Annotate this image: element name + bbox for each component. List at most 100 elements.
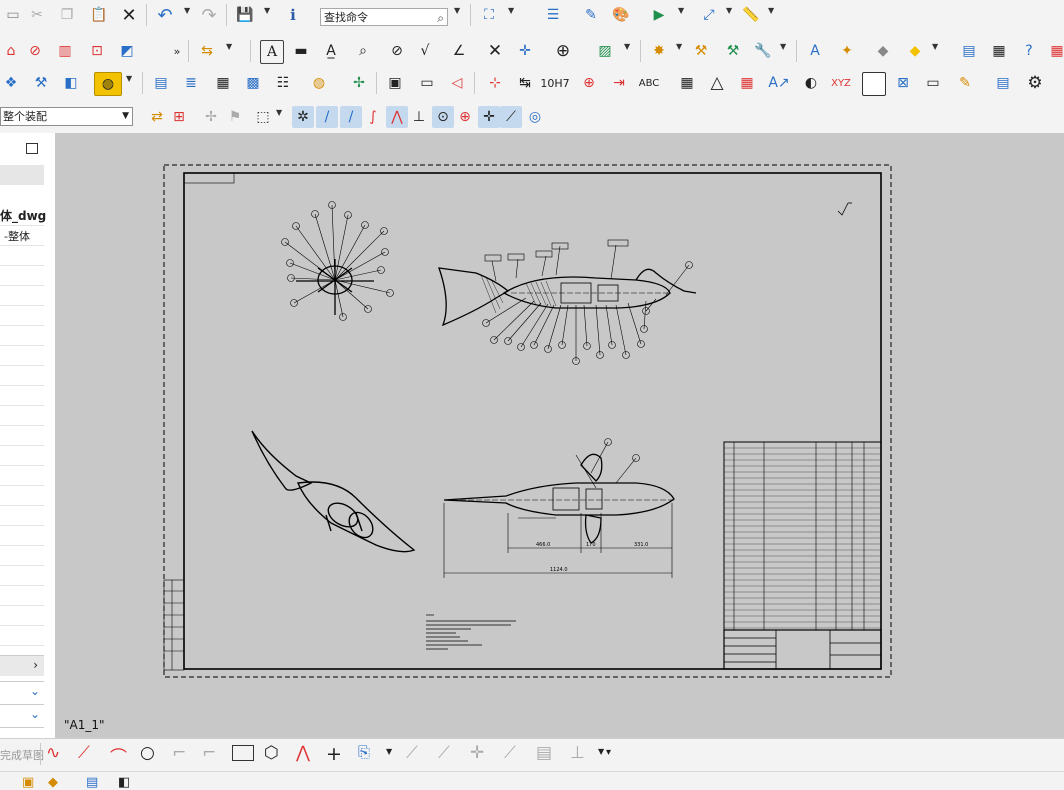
chevron-down-icon[interactable]: ⌄ — [30, 707, 40, 721]
zoom-icon[interactable]: ⌕ — [352, 40, 374, 62]
offset-dropdown-icon[interactable]: ▼ — [386, 747, 392, 756]
help-icon[interactable]: ? — [1018, 40, 1040, 62]
chevron-down-icon[interactable]: ⌄ — [30, 684, 40, 698]
wrench-dropdown-icon[interactable]: ▼ — [780, 42, 788, 56]
undo-dropdown-icon[interactable]: ▼ — [184, 6, 192, 20]
select-box-icon[interactable]: ⊞ — [168, 106, 190, 128]
panel-section-collapse[interactable]: ⌄ — [0, 705, 44, 728]
fit-view-icon[interactable]: ⛶ — [478, 4, 500, 26]
break-view-icon[interactable]: ▥ — [54, 40, 76, 62]
cross-hatch-icon[interactable]: ✕ — [484, 40, 506, 62]
table-settings-icon[interactable]: ▤ — [958, 40, 980, 62]
layer-settings-icon[interactable]: ☰ — [542, 4, 564, 26]
assembly-constraint-icon[interactable]: ▣ — [22, 775, 34, 790]
snap-curve-icon[interactable]: ∫ — [362, 106, 384, 128]
pen-icon[interactable]: ✎ — [954, 72, 976, 94]
part-list-icon[interactable]: ❖ — [0, 72, 22, 94]
save-icon[interactable]: 💾 — [234, 4, 256, 26]
snap-vertex-icon[interactable]: ✲ — [292, 106, 314, 128]
cut-icon[interactable]: ✂ — [26, 4, 48, 26]
delete-icon[interactable]: ✕ — [118, 4, 140, 26]
angle-icon[interactable]: ∠ — [448, 40, 470, 62]
hammer-icon[interactable]: ⚒ — [690, 40, 712, 62]
drawing-sheet[interactable]: 1124.0 466.0 170 331.0 — [56, 133, 1064, 738]
select-filter-icon[interactable]: ⇄ — [146, 106, 168, 128]
symbol-x-icon[interactable]: ⊠ — [892, 72, 914, 94]
arrow-frame-icon[interactable]: ◁ — [446, 72, 468, 94]
note-box-icon[interactable]: ▭ — [922, 72, 944, 94]
select-dropdown-icon[interactable]: ▼ — [276, 108, 284, 122]
table-icon[interactable]: ▦ — [212, 72, 234, 94]
yx-table-icon[interactable]: ▦ — [676, 72, 698, 94]
assembly-filter-select[interactable]: 整个装配 ▼ — [0, 107, 133, 126]
weld-symbol-icon[interactable]: ⊘ — [386, 40, 408, 62]
balloon-dropdown-icon[interactable]: ▼ — [126, 74, 134, 88]
studio-spline-icon[interactable]: ⋀ — [296, 743, 310, 763]
update-dropdown-icon[interactable]: ▼ — [226, 42, 234, 56]
copy-icon[interactable]: ❐ — [56, 4, 78, 26]
hole-table-icon[interactable]: ▩ — [242, 72, 264, 94]
chamfer-icon[interactable]: ⌐ — [202, 743, 216, 763]
center-mark-icon[interactable]: ⊕ — [552, 40, 574, 62]
block-dropdown-icon[interactable]: ▼ — [932, 42, 940, 56]
mirror-icon[interactable]: ⟋ — [504, 743, 516, 763]
undo-icon[interactable]: ↶ — [154, 4, 176, 26]
edit-part-icon[interactable]: ⚒ — [30, 72, 52, 94]
palette-icon[interactable]: 🎨 — [610, 4, 632, 26]
more-icon[interactable]: » — [166, 40, 188, 62]
sparkle-dropdown-icon[interactable]: ▼ — [676, 42, 684, 56]
line-icon[interactable]: ⟋ — [78, 743, 90, 763]
image-dropdown-icon[interactable]: ▼ — [624, 42, 632, 56]
chevron-right-icon[interactable]: › — [33, 658, 38, 672]
rectangle-icon[interactable] — [862, 72, 886, 96]
panel-tree-item[interactable]: 体_dwg — [0, 207, 46, 224]
target-icon[interactable]: ◐ — [800, 72, 822, 94]
measure-dropdown-icon[interactable]: ▼ — [726, 6, 734, 20]
select-point-icon[interactable]: ✢ — [200, 106, 222, 128]
snap-cross-icon[interactable]: ✛ — [478, 106, 500, 128]
block-gray-icon[interactable]: ◆ — [872, 40, 894, 62]
snap-midpoint-icon[interactable]: ⋀ — [386, 106, 408, 128]
measure-icon[interactable]: ⤢ — [698, 4, 720, 26]
paste-icon[interactable]: 📋 — [88, 4, 110, 26]
redo-icon[interactable]: ↷ — [198, 4, 220, 26]
polygon-icon[interactable]: ⬡ — [264, 743, 279, 763]
constraint-icon[interactable]: ⊥ — [570, 743, 585, 763]
info-icon[interactable]: ℹ — [282, 4, 304, 26]
ruler-dropdown-icon[interactable]: ▼ — [768, 6, 776, 20]
finish-sketch-label[interactable]: 完成草图 — [0, 747, 44, 763]
save-dropdown-icon[interactable]: ▼ — [264, 6, 272, 20]
drawing-canvas[interactable]: 1124.0 466.0 170 331.0 "A1_1" — [56, 133, 1064, 738]
view-frame-icon[interactable]: ▭ — [416, 72, 438, 94]
datum-icon[interactable]: A̲ — [320, 40, 342, 62]
leader-text-icon[interactable]: A↗ — [768, 72, 790, 94]
horizontal-scrollbar[interactable]: › — [0, 655, 44, 676]
auto-balloon-icon[interactable]: ◍ — [308, 72, 330, 94]
image-sheet-icon[interactable]: ▤ — [992, 72, 1014, 94]
pattern-icon[interactable]: ▤ — [536, 743, 552, 763]
new-file-icon[interactable]: ▭ — [2, 4, 24, 26]
snap-endpoint-icon[interactable]: / — [340, 106, 362, 128]
snap-view-icon[interactable]: ◎ — [524, 106, 546, 128]
bom-icon[interactable]: ☷ — [272, 72, 294, 94]
more-icon[interactable]: ▾ — [606, 747, 611, 758]
corner-icon[interactable]: ✛ — [470, 743, 484, 763]
extend-icon[interactable]: ⟋ — [438, 743, 450, 763]
trim-icon[interactable]: ⟋ — [406, 743, 418, 763]
abc-dim-icon[interactable]: ABC — [638, 72, 660, 94]
snap-line-icon[interactable]: / — [316, 106, 338, 128]
detail-view-icon[interactable]: ⊡ — [86, 40, 108, 62]
triangle-icon[interactable]: △ — [706, 72, 728, 94]
profile-icon[interactable]: ∿ — [46, 743, 60, 763]
text-style-icon[interactable]: A — [804, 40, 826, 62]
fillet-icon[interactable]: ⌐ — [172, 743, 186, 763]
balloon-active-icon[interactable]: ◍ — [94, 72, 122, 96]
chamfer-dim-icon[interactable]: ⇥ — [608, 72, 630, 94]
ruler-icon[interactable]: 📏 — [740, 4, 762, 26]
wrench-icon[interactable]: 🔧 — [752, 40, 774, 62]
rect-select-icon[interactable]: ⬚ — [252, 106, 274, 128]
show-hide-dropdown-icon[interactable]: ▼ — [678, 6, 686, 20]
panel-section-collapse[interactable]: ⌄ — [0, 681, 44, 705]
assembly-box-icon[interactable]: ◧ — [118, 775, 130, 790]
offset-icon[interactable]: ⎘ — [358, 743, 370, 761]
